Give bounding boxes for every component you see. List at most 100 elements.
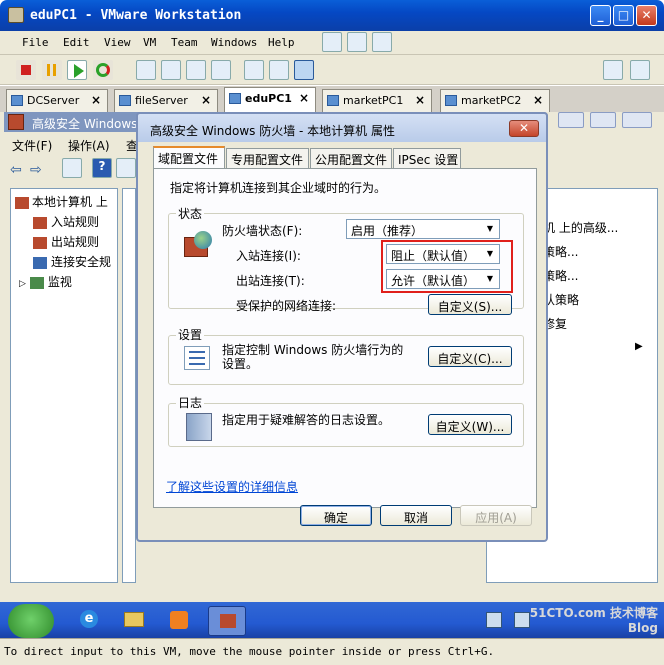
tab-public-profile[interactable]: 公用配置文件: [310, 148, 392, 168]
chevron-down-icon: ▼: [486, 224, 494, 233]
menu-file[interactable]: File: [22, 36, 49, 49]
menu-vm[interactable]: VM: [143, 36, 156, 49]
mmc-menu-file[interactable]: 文件(F): [12, 137, 52, 154]
console-icon[interactable]: [244, 60, 264, 80]
unity-icon[interactable]: [211, 60, 231, 80]
custom-logging-button[interactable]: 自定义(W)...: [428, 414, 512, 435]
learn-more-link[interactable]: 了解这些设置的详细信息: [166, 478, 298, 495]
action-item[interactable]: 认策略: [543, 291, 579, 308]
network-tray-icon: [486, 612, 502, 628]
firewall-icon: [15, 196, 29, 209]
media-player-icon[interactable]: [170, 611, 188, 629]
tab-marketpc1[interactable]: marketPC1 ×: [322, 89, 432, 112]
show-tree-icon[interactable]: [62, 158, 82, 178]
cancel-button[interactable]: 取消: [380, 505, 452, 526]
monitoring-icon: [29, 276, 44, 289]
settings-list-icon: [184, 346, 210, 370]
vm-icon: [119, 95, 131, 106]
snapshot-manager-icon[interactable]: [372, 32, 392, 52]
explorer-icon[interactable]: [124, 612, 144, 627]
menu-edit[interactable]: Edit: [63, 36, 90, 49]
status-bar: To direct input to this VM, move the mou…: [0, 638, 664, 665]
tab-dcserver[interactable]: DCServer ×: [6, 89, 108, 112]
log-book-icon: [186, 413, 212, 441]
mmc-restore-button[interactable]: [590, 112, 616, 128]
tabs-icon[interactable]: [269, 60, 289, 80]
dialog-close-button[interactable]: ✕: [509, 120, 539, 137]
tree-root[interactable]: 本地计算机 上: [15, 193, 108, 210]
close-tab-icon[interactable]: ×: [91, 93, 101, 107]
mmc-close-button[interactable]: [622, 112, 652, 128]
ok-button[interactable]: 确定: [300, 505, 372, 526]
tab-fileserver[interactable]: fileServer ×: [114, 89, 218, 112]
maximize-button[interactable]: □: [613, 5, 634, 26]
firewall-icon: [184, 231, 212, 259]
firewall-snapin-icon: [8, 114, 24, 130]
menu-view[interactable]: View: [104, 36, 131, 49]
close-button[interactable]: ✕: [636, 5, 657, 26]
tab-ipsec-settings[interactable]: IPSec 设置: [393, 148, 461, 168]
close-tab-icon[interactable]: ×: [299, 91, 309, 105]
logging-description: 指定用于疑难解答的日志设置。: [222, 413, 391, 427]
inbound-label: 入站连接(I):: [236, 249, 301, 263]
tab-edupc1[interactable]: eduPC1 ×: [224, 87, 316, 112]
action-item[interactable]: 机 上的高级...: [543, 219, 618, 236]
window-titlebar: eduPC1 - VMware Workstation _ □ ✕: [0, 0, 664, 31]
action-item[interactable]: 策略...: [543, 267, 578, 284]
help-icon[interactable]: ?: [92, 158, 112, 178]
tab-domain-profile[interactable]: 域配置文件: [153, 146, 225, 169]
vm-icon: [445, 95, 457, 106]
close-tab-icon[interactable]: ×: [415, 93, 425, 107]
menu-team[interactable]: Team: [171, 36, 198, 49]
minimize-button[interactable]: _: [590, 5, 611, 26]
mmc-minimize-button[interactable]: [558, 112, 584, 128]
tab-marketpc2[interactable]: marketPC2 ×: [440, 89, 550, 112]
vm-settings-icon[interactable]: [603, 60, 623, 80]
highlight-box: [381, 240, 513, 293]
mmc-menu-bar: 文件(F) 操作(A) 查: [4, 134, 144, 154]
window-title: eduPC1 - VMware Workstation: [30, 8, 242, 23]
action-item[interactable]: 策略...: [543, 243, 578, 260]
submenu-arrow-icon[interactable]: ▶: [635, 341, 643, 352]
firewall-taskbar-icon[interactable]: [208, 606, 246, 636]
custom-settings-button[interactable]: 自定义(C)...: [428, 346, 512, 367]
menu-windows[interactable]: Windows: [211, 36, 257, 49]
reset-icon[interactable]: [93, 60, 113, 80]
close-tab-icon[interactable]: ×: [201, 93, 211, 107]
tab-panel: 指定将计算机连接到其企业域时的行为。 状态 防火墙状态(F): 启用（推荐） ▼ …: [153, 168, 537, 508]
action-pane-icon[interactable]: [116, 158, 136, 178]
record-icon[interactable]: [630, 60, 650, 80]
firewall-state-select[interactable]: 启用（推荐） ▼: [346, 219, 500, 239]
summary-icon[interactable]: [294, 60, 314, 80]
vm-icon: [11, 95, 23, 106]
forward-icon[interactable]: ⇨: [30, 162, 42, 178]
menu-help[interactable]: Help: [268, 36, 295, 49]
custom-protected-button[interactable]: 自定义(S)...: [428, 294, 512, 315]
snapshot-icon[interactable]: [322, 32, 342, 52]
mmc-window-controls: [558, 112, 658, 128]
start-button[interactable]: [8, 604, 54, 638]
ie-icon[interactable]: e: [80, 610, 98, 628]
mmc-menu-action[interactable]: 操作(A): [68, 137, 110, 154]
vm-tab-bar: DCServer × fileServer × eduPC1 × marketPC1 ×…: [0, 86, 664, 112]
logging-group-label: 日志: [176, 394, 205, 411]
quick-switch-icon[interactable]: [161, 60, 181, 80]
back-icon[interactable]: ⇦: [10, 162, 22, 178]
protected-connections-label: 受保护的网络连接:: [236, 299, 337, 313]
sidebar-icon[interactable]: [136, 60, 156, 80]
tree-item-connection-security[interactable]: 连接安全规: [33, 253, 111, 270]
vm-icon: [327, 95, 339, 106]
profile-description: 指定将计算机连接到其企业域时的行为。: [170, 181, 387, 195]
tree-item-monitoring[interactable]: ▷ 监视: [19, 273, 72, 290]
vm-icon: [229, 93, 241, 104]
pause-icon[interactable]: [42, 60, 62, 80]
expand-icon[interactable]: ▷: [19, 279, 26, 289]
tab-private-profile[interactable]: 专用配置文件: [226, 148, 309, 168]
tree-item-inbound[interactable]: 入站规则: [33, 213, 99, 230]
tree-item-outbound[interactable]: 出站规则: [33, 233, 99, 250]
fullscreen-icon[interactable]: [186, 60, 206, 80]
stop-icon[interactable]: [16, 60, 36, 80]
play-icon[interactable]: [67, 60, 87, 80]
revert-snapshot-icon[interactable]: [347, 32, 367, 52]
close-tab-icon[interactable]: ×: [533, 93, 543, 107]
